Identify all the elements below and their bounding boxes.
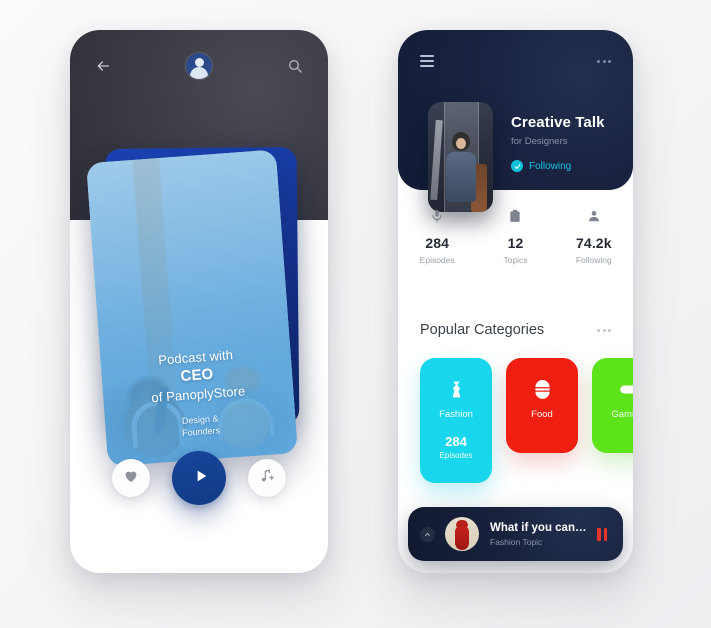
dot (608, 59, 611, 63)
podcast-card-front[interactable]: Podcast with CEO of PanoplyStore Design … (86, 149, 298, 467)
hamburger-line (420, 60, 434, 62)
profile-block: Creative Talk for Designers Following (428, 102, 605, 212)
add-to-playlist-button[interactable] (248, 459, 286, 497)
dot (608, 328, 611, 332)
stats-row: 284 Episodes 12 Topics 74.2k Following (398, 205, 633, 265)
microphone-icon (398, 205, 476, 227)
hamburger-line (420, 55, 434, 57)
categories-more-icon[interactable] (597, 328, 611, 332)
dot (597, 59, 600, 63)
right-topbar (398, 30, 633, 92)
track-artwork (445, 517, 479, 551)
arrow-left-icon[interactable] (92, 55, 114, 77)
category-name: Gaming (611, 409, 633, 420)
track-subtitle: Fashion Topic (490, 536, 543, 547)
hamburger-menu-icon[interactable] (420, 55, 434, 67)
stat-label: Topics (503, 255, 528, 265)
left-player-controls (70, 451, 328, 521)
podcast-card-text: Podcast with CEO of PanoplyStore Design … (100, 342, 296, 445)
stat-label: Following (575, 255, 612, 265)
left-topbar (70, 30, 328, 102)
dot (597, 328, 600, 332)
music-note-plus-icon (259, 468, 275, 489)
profile-thumbnail[interactable] (428, 102, 493, 212)
stat-value: 284 (425, 235, 449, 251)
categories-title: Popular Categories (420, 322, 545, 338)
thumbnail-person-body (445, 152, 476, 202)
thumbnail-easel (430, 119, 443, 201)
profile-role: for Designers (511, 136, 568, 147)
play-icon (190, 468, 209, 489)
chevron-up-icon[interactable] (420, 526, 435, 542)
mini-player-bar[interactable]: What if you can… Fashion Topic (408, 507, 623, 561)
track-meta: What if you can… Fashion Topic (490, 522, 597, 547)
artwork-dress (455, 526, 469, 550)
artwork-hat (456, 520, 468, 527)
heart-icon (123, 468, 139, 489)
category-card-food[interactable]: Food (506, 358, 578, 453)
play-button[interactable] (172, 451, 226, 505)
category-count-label: Episodes (439, 451, 473, 460)
category-name: Food (531, 409, 553, 420)
app-canvas: Podcast with CEO of PanoplyStore Design … (0, 0, 711, 628)
user-avatar[interactable] (186, 53, 212, 79)
track-title: What if you can… (490, 521, 587, 534)
gamepad-icon (592, 378, 633, 400)
podcast-card-stack: Podcast with CEO of PanoplyStore Design … (70, 147, 328, 468)
following-button[interactable]: Following (511, 160, 605, 172)
like-button[interactable] (112, 459, 150, 497)
check-circle-icon (511, 160, 523, 172)
search-icon[interactable] (284, 55, 306, 77)
stat-value: 12 (507, 235, 524, 251)
dress-icon (420, 378, 492, 400)
pause-bar (597, 527, 601, 541)
category-name: Fashion (439, 409, 473, 420)
profile-name: Creative Talk (511, 114, 605, 131)
person-icon (555, 205, 633, 227)
clipboard-icon (476, 205, 554, 227)
stat-label: Episodes (419, 255, 455, 265)
stat-following: 74.2k Following (555, 205, 633, 265)
thumbnail-person-face (455, 138, 466, 149)
phone-right-screen: Creative Talk for Designers Following 28… (398, 30, 633, 573)
categories-list: Fashion 284 Episodes Food Gam (420, 358, 633, 483)
category-count: 284 (445, 434, 467, 449)
dot (602, 328, 606, 332)
more-horizontal-icon[interactable] (597, 59, 611, 63)
following-label: Following (529, 160, 572, 172)
dot (602, 59, 606, 63)
profile-info: Creative Talk for Designers Following (511, 102, 605, 172)
stat-episodes: 284 Episodes (398, 205, 476, 265)
pause-button[interactable] (597, 527, 607, 541)
stat-value: 74.2k (576, 235, 612, 251)
hamburger-line (420, 65, 434, 67)
categories-header: Popular Categories (420, 322, 611, 338)
category-card-gaming[interactable]: Gaming (592, 358, 633, 453)
burger-icon (506, 378, 578, 400)
category-card-fashion[interactable]: Fashion 284 Episodes (420, 358, 492, 483)
pause-bar (603, 527, 607, 541)
phone-left-screen: Podcast with CEO of PanoplyStore Design … (70, 30, 328, 573)
stat-topics: 12 Topics (476, 205, 554, 265)
